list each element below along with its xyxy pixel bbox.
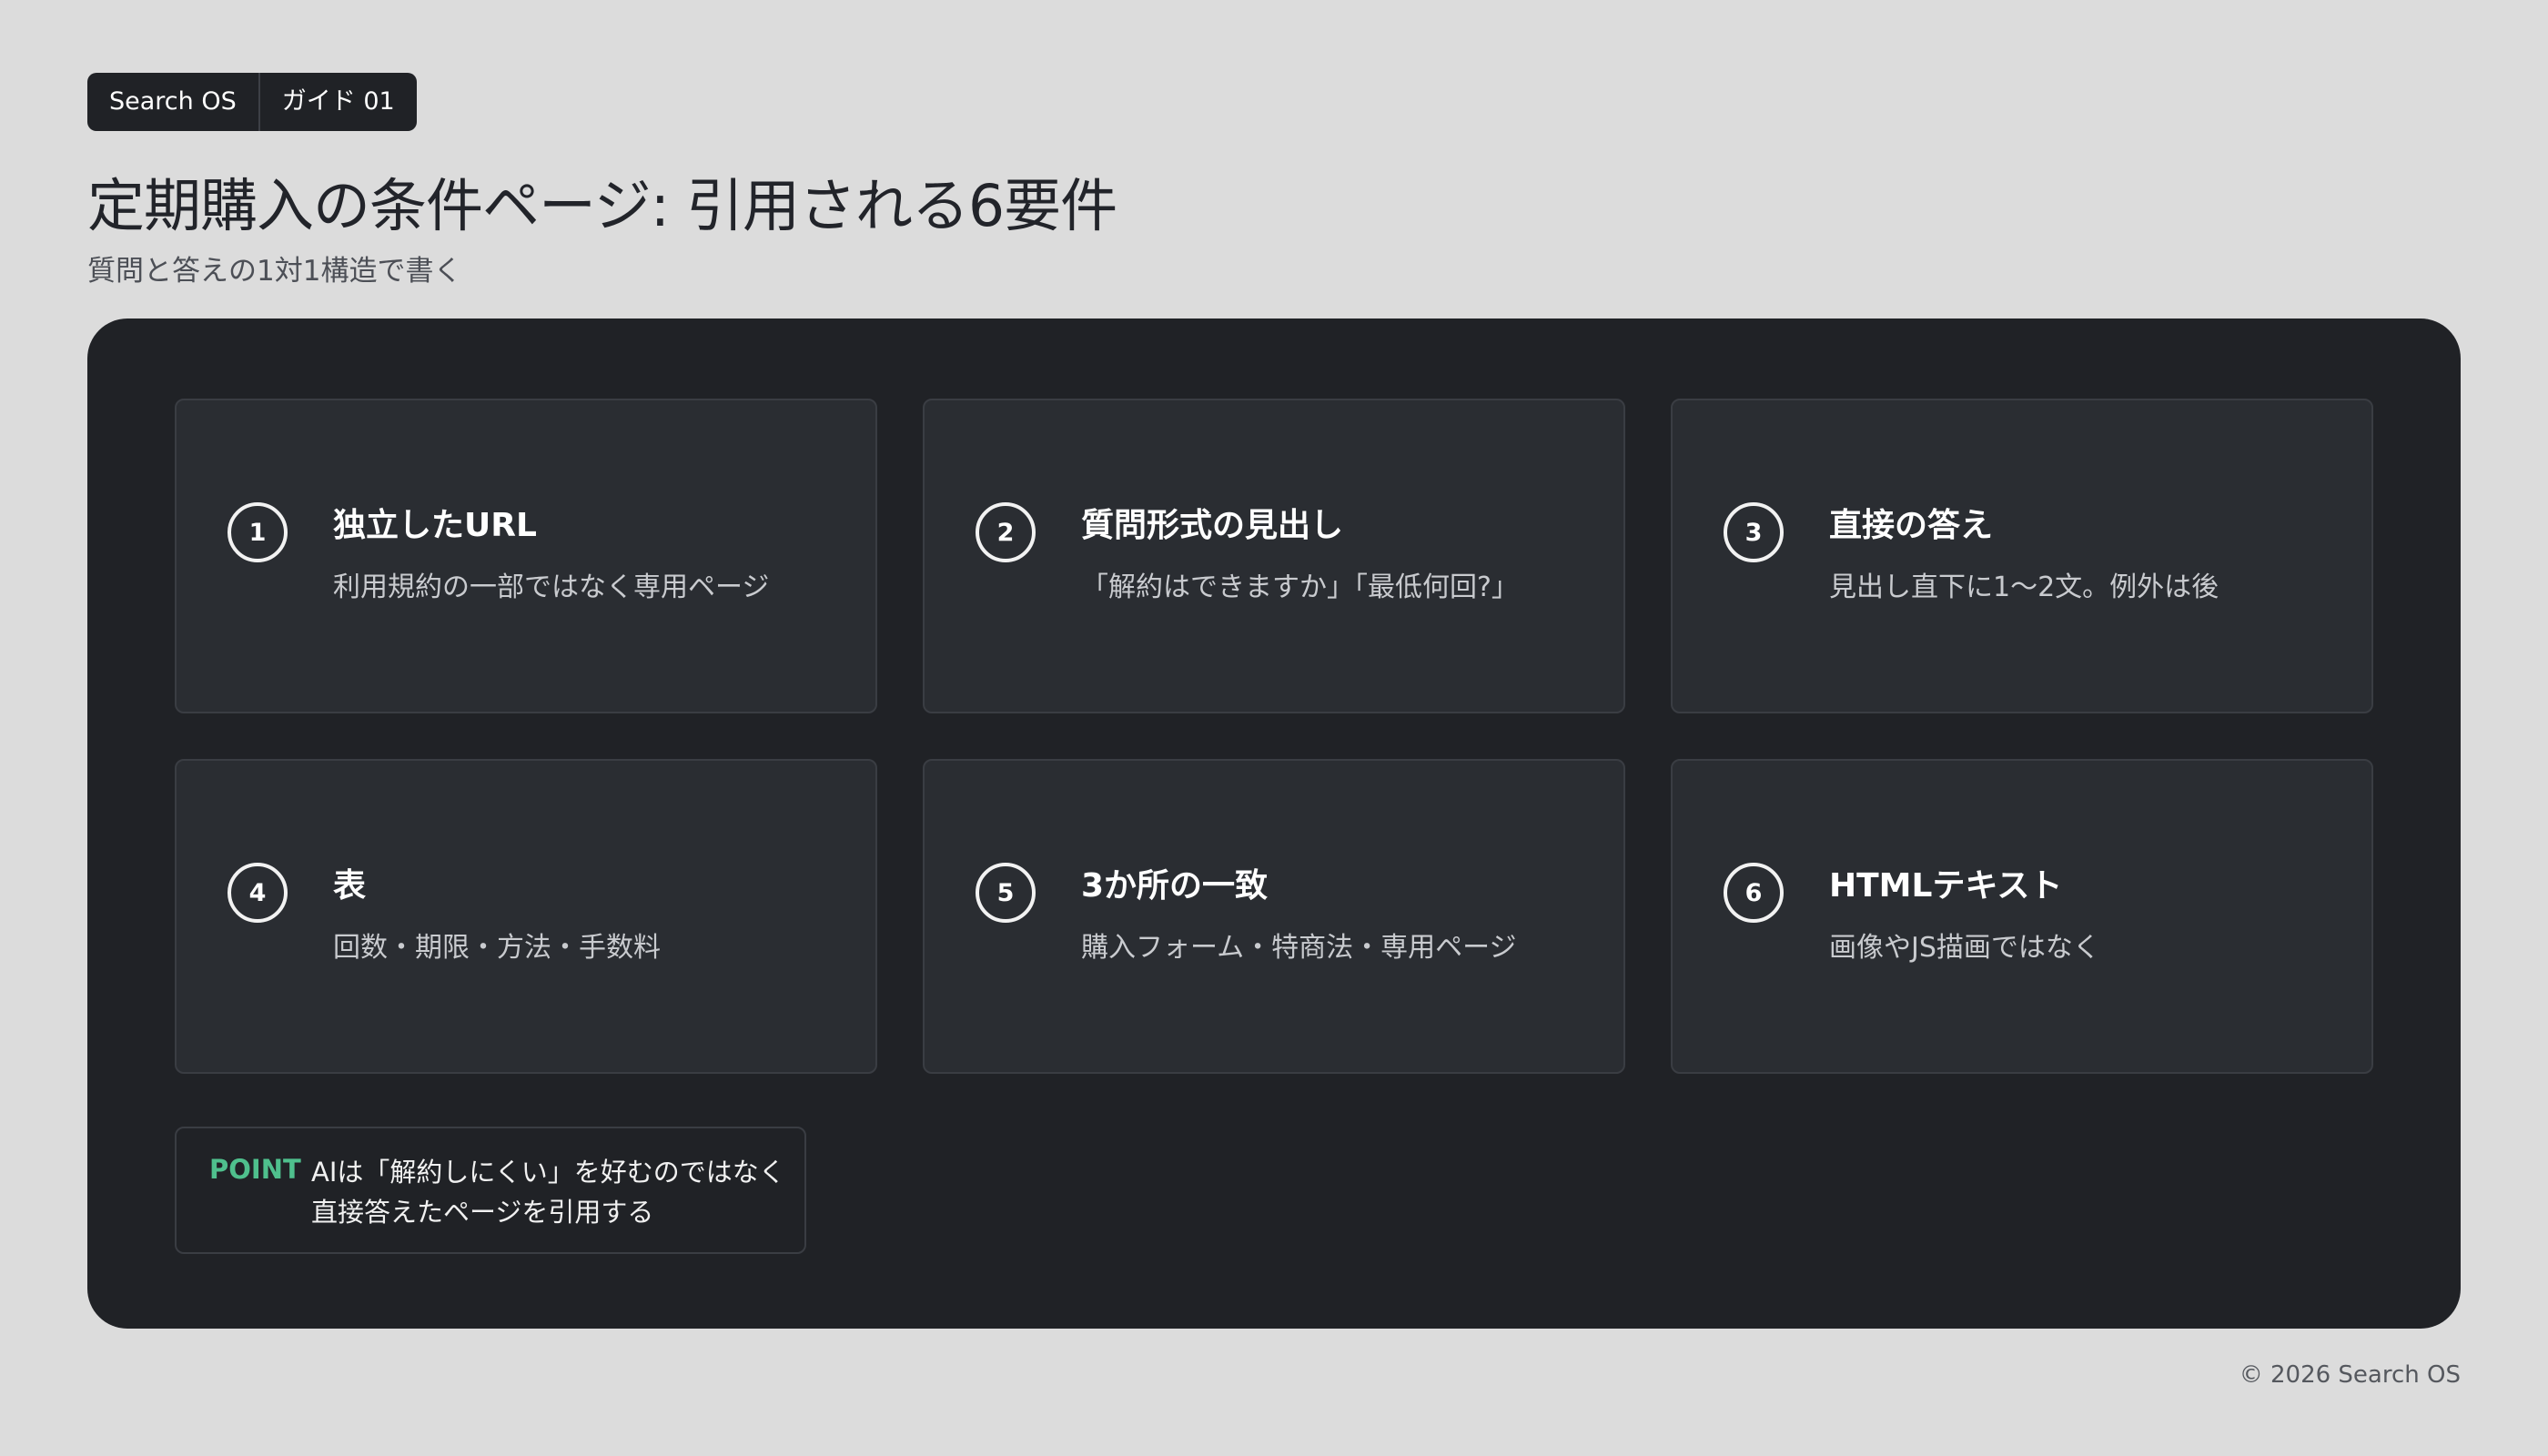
card-title: 表 bbox=[333, 867, 367, 905]
breadcrumb-brand[interactable]: Search OS bbox=[87, 73, 258, 131]
card-description: 利用規約の一部ではなく専用ページ bbox=[333, 571, 770, 603]
requirement-card-1: 1 独立したURL 利用規約の一部ではなく専用ページ bbox=[175, 399, 877, 713]
card-title: 3か所の一致 bbox=[1081, 867, 1269, 905]
step-number-badge: 6 bbox=[1724, 863, 1784, 923]
card-description: 見出し直下に1〜2文。例外は後 bbox=[1829, 571, 2219, 603]
card-title: HTMLテキスト bbox=[1829, 867, 2063, 905]
point-callout: POINT AIは「解約しにくい」を好むのではなく 直接答えたページを引用する bbox=[175, 1127, 806, 1254]
point-text-line: 直接答えたページを引用する bbox=[311, 1197, 654, 1228]
card-title: 質問形式の見出し bbox=[1081, 507, 1344, 544]
step-number-badge: 1 bbox=[228, 502, 288, 562]
requirement-card-4: 4 表 回数・期限・方法・手数料 bbox=[175, 759, 877, 1074]
card-description: 回数・期限・方法・手数料 bbox=[333, 932, 661, 964]
page-subtitle: 質問と答えの1対1構造で書く bbox=[87, 255, 462, 288]
point-label: POINT bbox=[209, 1154, 301, 1185]
page-title: 定期購入の条件ページ: 引用される6要件 bbox=[87, 173, 1117, 239]
step-number-badge: 5 bbox=[976, 863, 1036, 923]
point-text-line: AIは「解約しにくい」を好むのではなく bbox=[311, 1157, 785, 1188]
requirement-card-3: 3 直接の答え 見出し直下に1〜2文。例外は後 bbox=[1671, 399, 2373, 713]
card-description: 画像やJS描画ではなく bbox=[1829, 932, 2100, 964]
point-text: AIは「解約しにくい」を好むのではなく 直接答えたページを引用する bbox=[311, 1152, 785, 1232]
requirements-panel: 1 独立したURL 利用規約の一部ではなく専用ページ 2 質問形式の見出し 「解… bbox=[87, 318, 2461, 1329]
card-description: 購入フォーム・特商法・専用ページ bbox=[1081, 932, 1517, 964]
card-title: 直接の答え bbox=[1829, 507, 1994, 544]
requirement-card-5: 5 3か所の一致 購入フォーム・特商法・専用ページ bbox=[923, 759, 1625, 1074]
footer-copyright: © 2026 Search OS bbox=[2239, 1361, 2461, 1389]
breadcrumb: Search OS ガイド 01 bbox=[87, 73, 417, 131]
step-number-badge: 2 bbox=[976, 502, 1036, 562]
breadcrumb-section[interactable]: ガイド 01 bbox=[260, 73, 417, 131]
step-number-badge: 3 bbox=[1724, 502, 1784, 562]
card-description: 「解約はできますか」「最低何回?」 bbox=[1081, 571, 1519, 603]
step-number-badge: 4 bbox=[228, 863, 288, 923]
requirement-card-2: 2 質問形式の見出し 「解約はできますか」「最低何回?」 bbox=[923, 399, 1625, 713]
card-title: 独立したURL bbox=[333, 507, 537, 544]
requirement-card-6: 6 HTMLテキスト 画像やJS描画ではなく bbox=[1671, 759, 2373, 1074]
